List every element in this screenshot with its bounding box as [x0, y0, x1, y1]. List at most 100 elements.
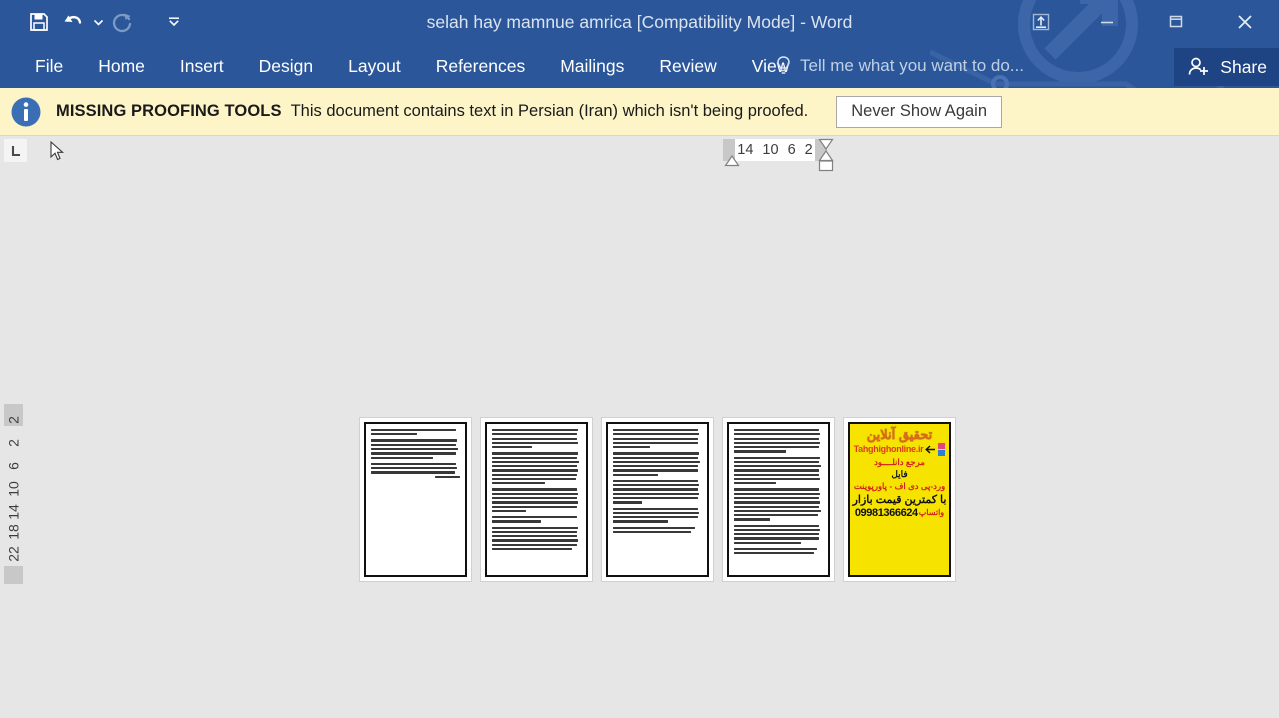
tab-review[interactable]: Review: [646, 44, 729, 88]
document-canvas[interactable]: تحقیق آنلاین Tahghighonline.ir مرجع دانل…: [0, 166, 1279, 718]
text-line: [613, 492, 700, 495]
text-line: [613, 452, 700, 455]
share-button[interactable]: Share: [1174, 48, 1279, 86]
text-line: [734, 514, 818, 517]
page-thumbnail[interactable]: [480, 417, 593, 582]
text-line: [734, 492, 821, 495]
text-line: [613, 446, 651, 449]
text-line: [734, 473, 820, 476]
page-content: [606, 422, 709, 577]
tab-layout[interactable]: Layout: [335, 44, 414, 88]
right-indent-box-marker[interactable]: [818, 160, 834, 172]
ad-whatsapp-label: واتساپ: [918, 508, 945, 518]
ribbon-display-options-button[interactable]: [1010, 0, 1072, 44]
ribbon-display-icon: [1032, 13, 1050, 31]
hruler-tick-10: 10: [762, 142, 779, 158]
ad-url: Tahghighonline.ir: [853, 444, 924, 455]
tab-design[interactable]: Design: [246, 44, 326, 88]
share-label: Share: [1220, 56, 1267, 77]
mouse-cursor: [50, 141, 65, 161]
text-line: [734, 429, 820, 432]
page-content: [727, 422, 830, 577]
never-show-again-button[interactable]: Never Show Again: [836, 95, 1003, 128]
paragraph: [371, 439, 460, 459]
text-line: [371, 452, 457, 455]
text-line: [734, 469, 819, 472]
chevron-down-icon: [93, 19, 103, 26]
text-line: [613, 516, 698, 519]
text-line: [492, 460, 580, 464]
page-thumbnail[interactable]: [601, 417, 714, 582]
text-line: [734, 518, 770, 521]
tab-home[interactable]: Home: [85, 44, 158, 88]
page-thumbnail[interactable]: [722, 417, 835, 582]
ad-url-row: Tahghighonline.ir: [852, 442, 947, 456]
paragraph: [613, 429, 702, 449]
customize-qat-button[interactable]: [166, 5, 182, 39]
text-line: [734, 533, 819, 536]
tab-references[interactable]: References: [423, 44, 539, 88]
word-window: selah hay mamnue amrica [Compatibility M…: [0, 0, 1279, 718]
left-indent-marker[interactable]: [724, 155, 740, 167]
paragraph: [734, 456, 823, 485]
page-thumbnail-advertisement[interactable]: تحقیق آنلاین Tahghighonline.ir مرجع دانل…: [843, 417, 956, 582]
text-line: [492, 452, 579, 455]
minimize-button[interactable]: [1072, 0, 1141, 44]
text-line: [734, 552, 815, 555]
paragraph: [492, 516, 581, 523]
vruler-tick-10: 10: [5, 481, 22, 497]
text-line: [492, 441, 579, 445]
ad-phone-number: 09981366624: [854, 506, 918, 519]
paragraph: [371, 462, 460, 478]
quick-access-toolbar: [0, 0, 182, 44]
tell-me-box[interactable]: Tell me what you want to do...: [775, 44, 1024, 88]
text-line: [492, 465, 577, 468]
text-line: [613, 433, 700, 436]
ad-file-label: فایل: [891, 468, 908, 479]
text-line: [492, 492, 579, 495]
ad-formats: ورد-پی دی اف - پاورپوینت: [853, 480, 946, 491]
vruler-tick-6: 6: [5, 462, 22, 470]
ribbon-tab-bar: File Home Insert Design Layout Reference…: [0, 44, 1279, 88]
restore-button[interactable]: [1141, 0, 1210, 44]
tab-insert[interactable]: Insert: [167, 44, 237, 88]
text-line: [492, 478, 576, 481]
chevron-down-bar-icon: [169, 17, 179, 27]
text-line: [613, 469, 699, 472]
ad-price: با کمترین قیمت بازار: [852, 493, 947, 506]
left-tab-stop-icon: [11, 145, 20, 156]
pages-row: تحقیق آنلاین Tahghighonline.ir مرجع دانل…: [359, 417, 956, 582]
redo-button[interactable]: [106, 5, 140, 39]
text-line: [492, 539, 579, 542]
instagram-icon: [938, 442, 946, 449]
page-thumbnail[interactable]: [359, 417, 472, 582]
ad-contact-row: واتساپ 09981366624: [852, 507, 947, 519]
text-line: [492, 497, 577, 500]
text-line: [734, 501, 821, 504]
close-button[interactable]: [1210, 0, 1279, 44]
undo-button[interactable]: [56, 5, 90, 39]
text-line: [371, 439, 458, 442]
undo-icon: [64, 15, 82, 24]
text-line: [371, 471, 455, 474]
text-line: [734, 547, 817, 551]
undo-dropdown-button[interactable]: [90, 5, 106, 39]
text-line: [371, 433, 418, 436]
text-line: [734, 482, 776, 485]
text-line: [492, 547, 573, 551]
tab-file[interactable]: File: [22, 44, 76, 88]
paragraph: [492, 526, 581, 551]
minimize-icon: [1100, 21, 1113, 24]
text-line: [613, 511, 700, 514]
tab-stop-selector[interactable]: [4, 139, 27, 162]
ad-app-icons: [938, 442, 946, 456]
save-button[interactable]: [22, 5, 56, 39]
text-line: [734, 478, 821, 481]
paragraph: [734, 524, 823, 544]
text-line: [613, 441, 699, 445]
info-icon: [11, 97, 41, 126]
text-line: [492, 473, 578, 476]
text-line: [734, 528, 821, 532]
text-line: [613, 479, 699, 483]
tab-mailings[interactable]: Mailings: [547, 44, 637, 88]
